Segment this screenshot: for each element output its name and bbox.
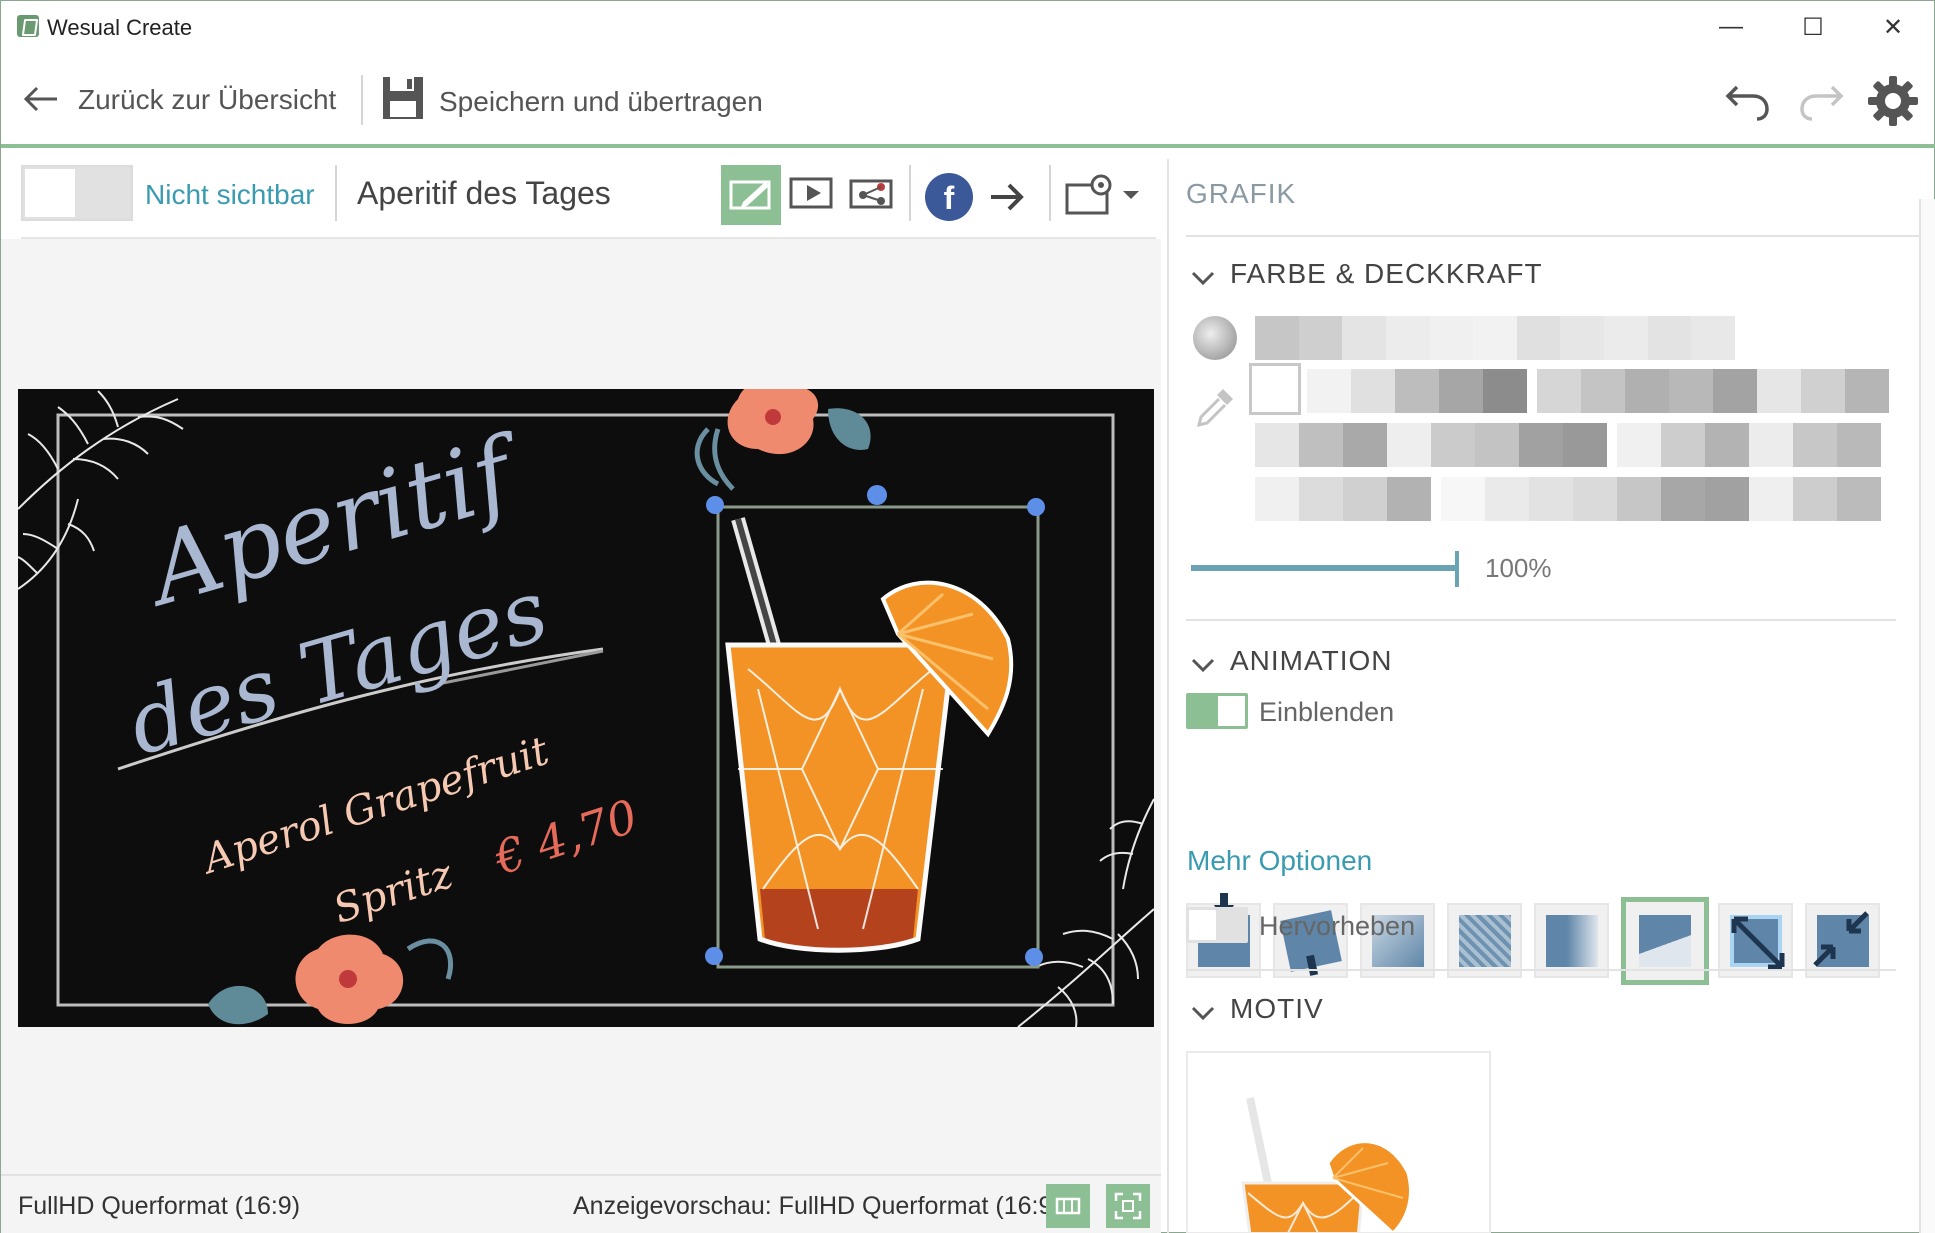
anim-wipe-button[interactable] (1534, 903, 1609, 978)
app-window: Wesual Create — ☐ ✕ Zurück zur Übersicht… (0, 0, 1935, 1233)
more-options-link[interactable]: Mehr Optionen (1187, 845, 1372, 877)
edit-slide-icon (729, 180, 771, 210)
slide-name[interactable]: Aperitif des Tages (357, 175, 611, 212)
publish-arrow-button[interactable] (987, 177, 1029, 222)
toggle-knob (1218, 696, 1245, 726)
palette-row-2[interactable] (1255, 423, 1935, 467)
panel-heading: GRAFIK (1186, 178, 1297, 209)
zoom-in-icon (1812, 910, 1869, 967)
opacity-value: 100% (1485, 553, 1552, 583)
animation-section-header[interactable] (1189, 651, 1217, 684)
gear-icon (1868, 76, 1918, 126)
cocktail-thumbnail (1241, 1097, 1412, 1232)
chevron-down-icon (1191, 1006, 1215, 1021)
minimize-button[interactable]: — (1701, 9, 1761, 45)
visibility-label[interactable]: Nicht sichtbar (145, 179, 315, 211)
color-section-header[interactable] (1189, 264, 1217, 297)
dissolve-icon (1458, 914, 1511, 967)
chevron-down-icon (1191, 658, 1215, 673)
close-button[interactable]: ✕ (1863, 9, 1923, 45)
chevron-down-icon (1191, 271, 1215, 286)
toggle-knob (1189, 910, 1216, 940)
share-mode-button[interactable] (849, 173, 897, 218)
recent-colors-row[interactable] (1255, 316, 1736, 360)
divider (1186, 969, 1896, 971)
highlight-label: Hervorheben (1259, 911, 1416, 941)
floppy-disk-icon (383, 77, 423, 119)
palette-row-1[interactable] (1307, 369, 1935, 413)
app-logo-icon (17, 15, 39, 37)
divider (1049, 165, 1051, 221)
anim-zoom-out-button[interactable] (1718, 903, 1793, 978)
visibility-toggle[interactable] (21, 165, 133, 221)
anim-diagonal-wipe-button[interactable] (1621, 897, 1709, 985)
color-section-title[interactable]: FARBE & DECKKRAFT (1230, 258, 1543, 290)
slide-canvas[interactable]: Aperitif des Tages Aperol Grapefruit Spr… (18, 389, 1154, 1027)
window-title: Wesual Create (47, 15, 193, 40)
save-button[interactable] (381, 75, 425, 126)
save-label[interactable]: Speichern und übertragen (439, 86, 763, 118)
panel-scrollbar[interactable] (1919, 199, 1935, 1233)
fit-width-button[interactable] (1046, 1184, 1090, 1228)
divider (1186, 235, 1935, 237)
divider (909, 165, 911, 221)
motif-section-title[interactable]: MOTIV (1230, 993, 1324, 1025)
toolbar-divider (361, 75, 363, 125)
status-bar: FullHD Querformat (16:9) Anzeigevorschau… (1, 1174, 1161, 1233)
video-mode-button[interactable] (789, 173, 837, 218)
opacity-slider-handle[interactable] (1455, 551, 1459, 587)
eyedropper-icon (1196, 389, 1233, 428)
redo-icon (1800, 85, 1844, 121)
facebook-icon[interactable]: f (925, 173, 973, 221)
fade-in-label: Einblenden (1259, 697, 1395, 727)
cocktail-graphic (725, 517, 1014, 953)
toggle-knob (25, 169, 75, 217)
editor-toolbar: Nicht sichtbar Aperitif des Tages f (21, 159, 1156, 239)
slide-settings-icon (1065, 174, 1139, 215)
color-wheel-icon[interactable] (1193, 316, 1237, 360)
title-bar: Wesual Create — ☐ ✕ (1, 1, 1935, 53)
properties-panel: GRAFIK FARBE & DECKKRAFT 100% ANIMATION … (1169, 151, 1935, 1233)
preview-label: Anzeigevorschau: FullHD Querformat (16:9… (573, 1192, 1061, 1220)
video-slide-icon (789, 177, 833, 209)
fullscreen-icon (1114, 1192, 1142, 1220)
flower-top (694, 389, 871, 491)
anim-zoom-in-button[interactable] (1805, 903, 1880, 978)
divider (335, 165, 337, 221)
palette-row-3[interactable] (1255, 477, 1935, 521)
back-button[interactable] (21, 79, 61, 124)
eyedropper-button[interactable] (1193, 385, 1237, 434)
highlight-toggle[interactable] (1186, 907, 1248, 943)
fade-in-toggle[interactable] (1186, 693, 1248, 729)
main-toolbar: Zurück zur Übersicht Speichern und übert… (1, 53, 1935, 148)
fullscreen-button[interactable] (1106, 1184, 1150, 1228)
redo-button[interactable] (1798, 81, 1844, 126)
zoom-out-icon (1729, 914, 1784, 969)
diagonal-wipe-icon (1639, 915, 1691, 967)
share-network-icon (849, 179, 893, 209)
animation-section-title[interactable]: ANIMATION (1230, 645, 1392, 677)
motif-section-header[interactable] (1189, 999, 1217, 1032)
arrow-right-icon (991, 183, 1024, 211)
back-label[interactable]: Zurück zur Übersicht (78, 84, 336, 116)
divider (1186, 619, 1896, 621)
flower-bottom (208, 934, 454, 1025)
selected-color-swatch[interactable] (1249, 363, 1301, 415)
undo-icon (1725, 85, 1769, 121)
opacity-slider-track[interactable] (1191, 565, 1459, 571)
fit-width-icon (1055, 1197, 1081, 1215)
anim-dissolve-button[interactable] (1447, 903, 1522, 978)
undo-button[interactable] (1725, 81, 1771, 126)
motif-thumbnail[interactable] (1186, 1051, 1491, 1233)
wipe-icon (1545, 914, 1598, 967)
slide-settings-dropdown[interactable] (1065, 173, 1141, 222)
maximize-button[interactable]: ☐ (1783, 9, 1843, 45)
settings-button[interactable] (1867, 75, 1919, 132)
format-label: FullHD Querformat (16:9) (18, 1192, 301, 1220)
arrow-left-icon (23, 86, 57, 112)
edit-mode-button[interactable] (721, 165, 781, 225)
